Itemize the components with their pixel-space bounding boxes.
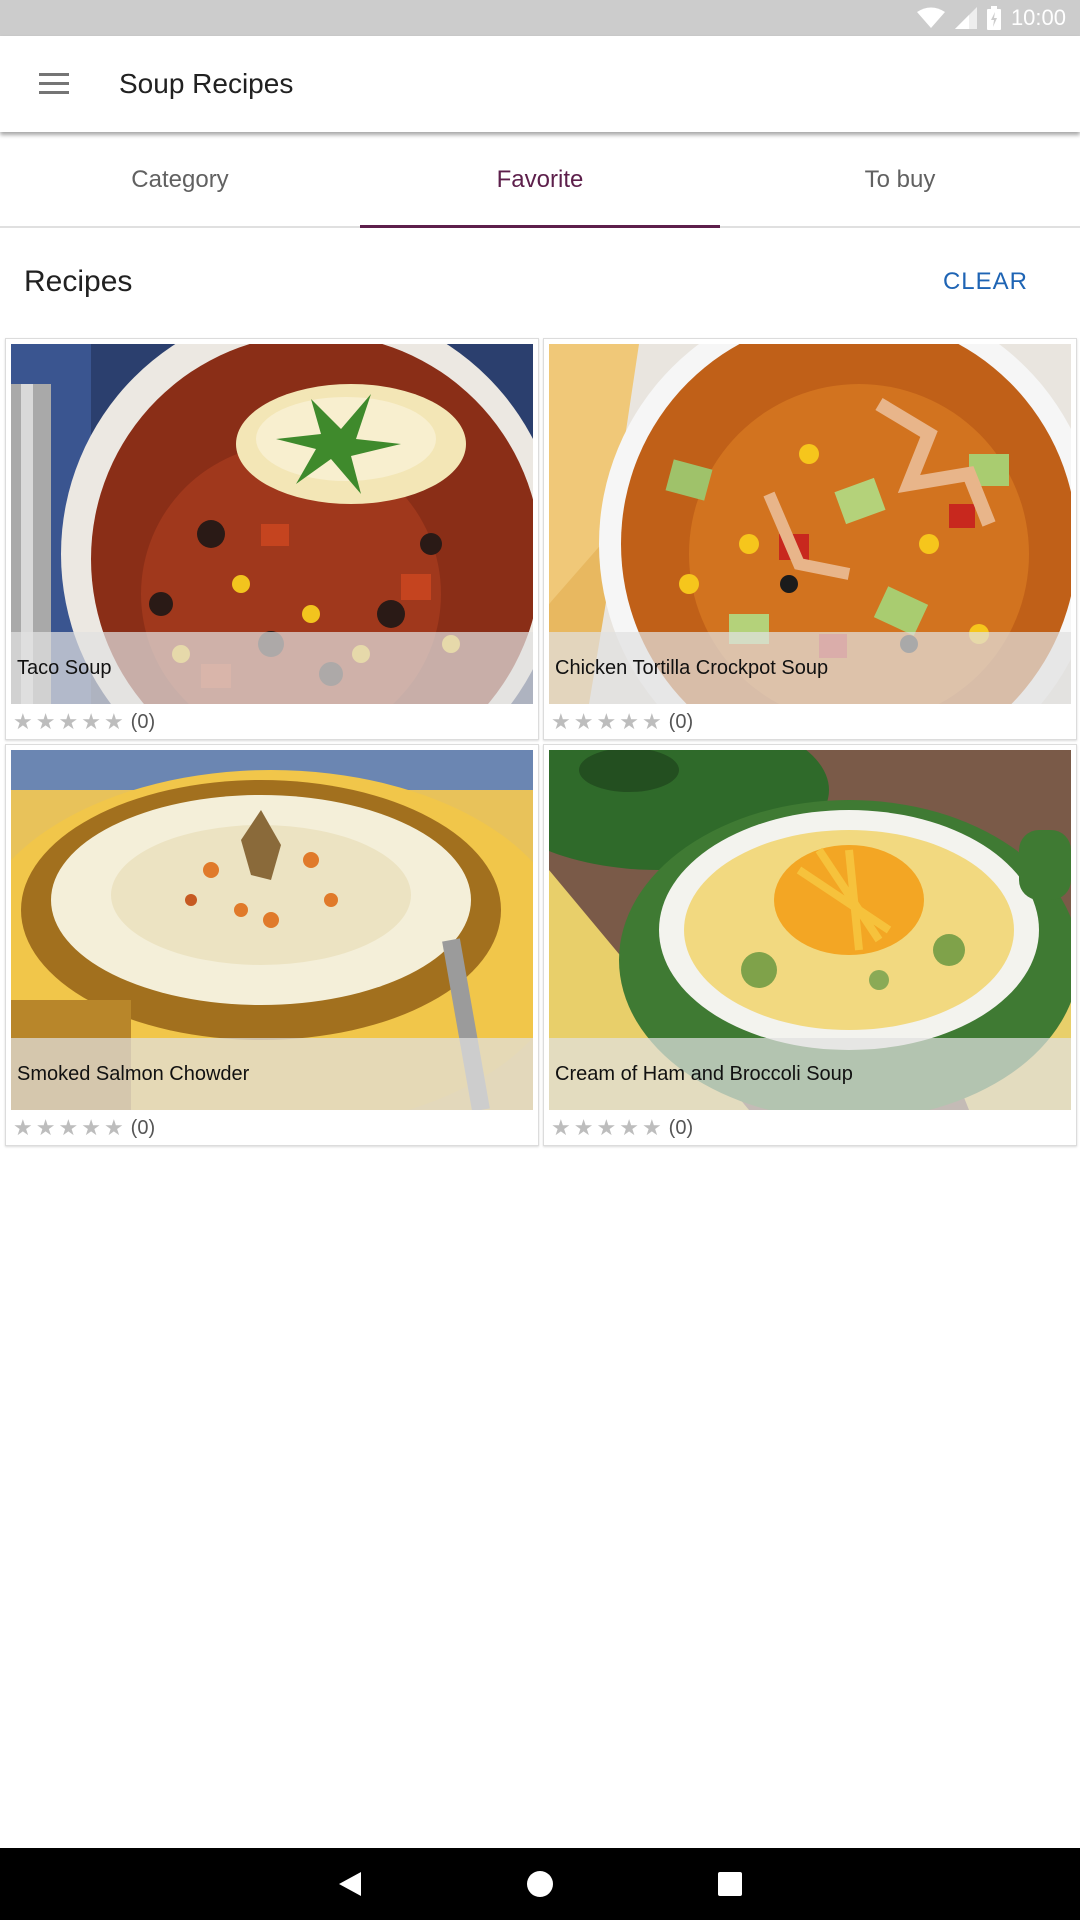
star-icon: ★ [596,1115,617,1140]
star-icon: ★ [551,709,571,734]
rating-count: (0) [130,1116,156,1139]
signal-icon [954,7,977,29]
star-icon: ★ [35,709,56,734]
recipe-image: Cream of Ham and Broccoli Soup [549,750,1071,1110]
recipe-card[interactable]: Cream of Ham and Broccoli Soup ★ ★ ★ ★ ★… [543,744,1077,1146]
star-icon: ★ [641,1115,662,1140]
star-icon: ★ [103,1115,124,1140]
star-icon: ★ [13,1115,33,1140]
rating-count: (0) [130,710,156,733]
home-button[interactable] [510,1854,570,1914]
star-icon: ★ [551,1115,571,1140]
section-header: Recipes CLEAR [0,230,1080,334]
recipe-image: Chicken Tortilla Crockpot Soup [549,344,1071,704]
recipe-image: Smoked Salmon Chowder [11,750,533,1110]
tab-bar: Category Favorite To buy [0,134,1080,228]
rating-count: (0) [668,710,694,733]
star-rating: ★ ★ ★ ★ ★ [13,711,127,733]
status-time: 10:00 [1010,5,1066,30]
recents-icon [718,1872,742,1896]
star-icon: ★ [58,1115,79,1140]
menu-button[interactable] [27,57,81,111]
star-icon: ★ [35,1115,56,1140]
recipe-title: Chicken Tortilla Crockpot Soup [549,632,1071,704]
rating-count: (0) [668,1116,694,1139]
back-button[interactable] [320,1854,380,1914]
recipe-image: Taco Soup [11,344,533,704]
star-rating: ★ ★ ★ ★ ★ [13,1117,127,1139]
star-icon: ★ [641,709,662,734]
star-icon: ★ [58,709,79,734]
star-rating: ★ ★ ★ ★ ★ [551,711,665,733]
star-icon: ★ [81,1115,101,1140]
star-icon: ★ [619,1115,639,1140]
app-title: Soup Recipes [119,68,294,99]
tab-favorite[interactable]: Favorite [360,134,720,228]
section-title: Recipes [24,265,133,298]
recipe-card[interactable]: Chicken Tortilla Crockpot Soup ★ ★ ★ ★ ★… [543,338,1077,740]
wifi-icon [916,7,945,29]
battery-icon [986,6,1001,30]
home-icon [527,1871,553,1897]
recipe-rating: ★ ★ ★ ★ ★ (0) [11,704,533,740]
recipe-title: Cream of Ham and Broccoli Soup [549,1038,1071,1110]
recipe-title: Taco Soup [11,632,533,704]
app-bar: Soup Recipes [0,36,1080,132]
tab-to-buy[interactable]: To buy [720,134,1080,226]
recents-button[interactable] [700,1854,760,1914]
recipe-card[interactable]: Taco Soup ★ ★ ★ ★ ★ (0) [5,338,539,740]
star-icon: ★ [596,709,617,734]
back-icon [339,1872,361,1896]
recipe-rating: ★ ★ ★ ★ ★ (0) [549,704,1071,740]
tab-category[interactable]: Category [0,134,360,226]
recipe-rating: ★ ★ ★ ★ ★ (0) [549,1110,1071,1146]
star-icon: ★ [573,709,594,734]
star-icon: ★ [13,709,33,734]
star-icon: ★ [81,709,101,734]
hamburger-menu-icon [39,73,69,94]
recipe-card[interactable]: Smoked Salmon Chowder ★ ★ ★ ★ ★ (0) [5,744,539,1146]
star-icon: ★ [103,709,124,734]
clear-button[interactable]: CLEAR [933,258,1056,306]
status-bar: 10:00 [0,0,1080,36]
star-icon: ★ [619,709,639,734]
star-rating: ★ ★ ★ ★ ★ [551,1117,665,1139]
star-icon: ★ [573,1115,594,1140]
recipe-rating: ★ ★ ★ ★ ★ (0) [11,1110,533,1146]
recipe-grid: Taco Soup ★ ★ ★ ★ ★ (0) Chicken Tortilla… [3,338,1077,1146]
recipe-title: Smoked Salmon Chowder [11,1038,533,1110]
navigation-bar [0,1848,1080,1920]
